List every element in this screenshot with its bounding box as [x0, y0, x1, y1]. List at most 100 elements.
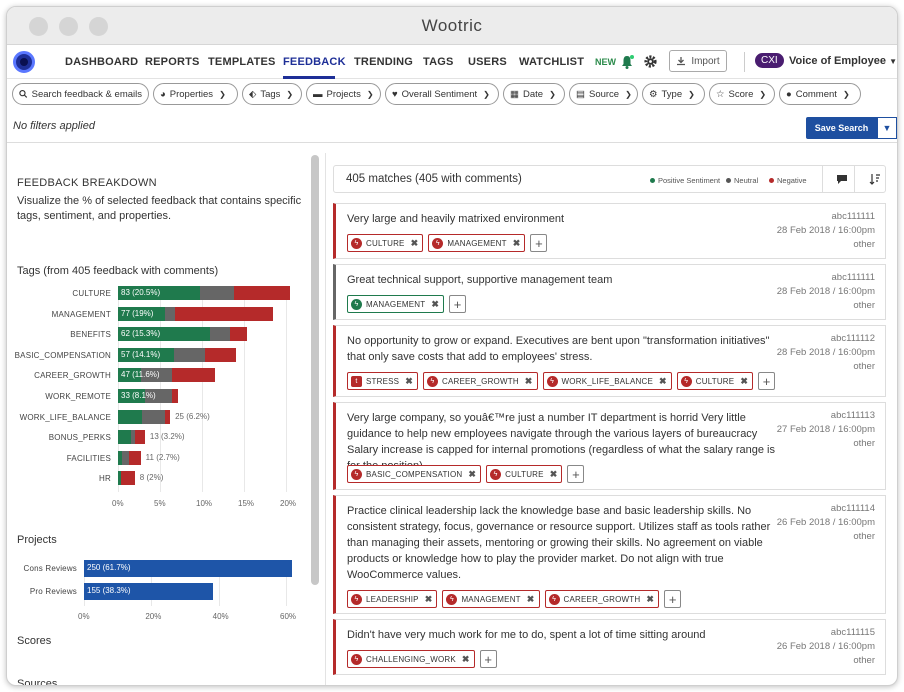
add-tag-button[interactable]: + [567, 465, 585, 483]
tag-bar-segment-negative[interactable] [134, 430, 145, 445]
feedback-card[interactable]: Didn't have very much work for me to do,… [333, 619, 886, 675]
filter-properties[interactable]: ◕ Properties ❯ [153, 83, 238, 105]
remove-tag-icon[interactable]: ✖ [525, 376, 533, 387]
tags-tick-label: 20% [280, 499, 297, 508]
tag-chip[interactable]: ϟ LEADERSHIP ✖ [347, 590, 438, 608]
remove-tag-icon[interactable]: ✖ [527, 594, 535, 605]
remove-tag-icon[interactable]: ✖ [513, 238, 521, 249]
import-label: Import [691, 55, 720, 67]
tag-bar-segment-negative[interactable] [205, 347, 237, 362]
tag-bar-segment-neutral[interactable] [210, 327, 230, 342]
feedback-card[interactable]: Very large and heavily matrixed environm… [333, 203, 886, 259]
nav-reports[interactable]: REPORTS [145, 56, 200, 68]
tag-bar-segment-neutral[interactable] [141, 409, 166, 424]
tag-chip[interactable]: ϟ BASIC_COMPENSATION ✖ [347, 465, 482, 483]
add-tag-button[interactable]: + [530, 234, 548, 252]
tag-chip[interactable]: ϟ CULTURE ✖ [676, 372, 754, 390]
feedback-card[interactable]: Practice clinical leadership lack the kn… [333, 495, 886, 614]
nav-watchlist[interactable]: WATCHLIST [519, 56, 584, 68]
tag-chip[interactable]: ϟ MANAGEMENT ✖ [347, 295, 445, 313]
tag-chip[interactable]: ϟ CULTURE ✖ [347, 234, 424, 252]
nav-templates[interactable]: TEMPLATES [208, 56, 276, 68]
remove-tag-icon[interactable]: ✖ [659, 376, 667, 387]
tag-bar-segment-neutral[interactable] [122, 450, 129, 465]
tag-chip[interactable]: ϟ MANAGEMENT ✖ [428, 234, 526, 252]
filter-overall-sentiment[interactable]: ♥ Overall Sentiment ❯ [385, 83, 499, 105]
cxi-badge[interactable]: CXI [755, 53, 784, 68]
nav-users[interactable]: USERS [468, 56, 507, 68]
remove-tag-icon[interactable]: ✖ [411, 238, 419, 249]
feedback-card[interactable]: No opportunity to grow or expand. Execut… [333, 325, 886, 397]
tag-bar-segment-negative[interactable] [128, 450, 141, 465]
tag-chip[interactable]: ϟ MANAGEMENT ✖ [442, 590, 540, 608]
save-search-button[interactable]: Save Search [806, 117, 877, 139]
remove-tag-icon[interactable]: ✖ [405, 376, 413, 387]
tag-chip[interactable]: t STRESS ✖ [347, 372, 418, 390]
remove-tag-icon[interactable]: ✖ [462, 654, 470, 665]
workspace-selector[interactable]: Voice of Employee ▼ [789, 55, 897, 67]
gear-icon[interactable] [643, 54, 658, 69]
tag-category-label: WORK_LIFE_BALANCE [19, 412, 111, 422]
tag-chip[interactable]: ϟ CHALLENGING_WORK ✖ [347, 650, 475, 668]
tag-bar-segment-positive[interactable] [118, 409, 142, 424]
chevron-down-icon: ❯ [549, 89, 556, 99]
tag-category-label: FACILITIES [66, 453, 111, 463]
filter-score[interactable]: ☆ Score ❯ [709, 83, 775, 105]
notification-bell-icon[interactable] [619, 54, 635, 70]
filter-tags[interactable]: ⬖ Tags ❯ [242, 83, 302, 105]
add-tag-button[interactable]: + [479, 650, 497, 668]
feedback-source: other [853, 655, 875, 666]
tag-chip[interactable]: ϟ CAREER_GROWTH ✖ [422, 372, 538, 390]
legend-neutral: Neutral [726, 176, 758, 185]
lightning-icon: ϟ [351, 593, 362, 605]
nav-trending[interactable]: TRENDING [354, 56, 413, 68]
remove-tag-icon[interactable]: ✖ [550, 469, 558, 480]
tag-bar-value: 13 (3.2%) [149, 432, 185, 442]
tag-chip[interactable]: ϟ CULTURE ✖ [486, 465, 563, 483]
feedback-card[interactable]: Great technical support, supportive mana… [333, 264, 886, 320]
feedback-card[interactable]: Very large company, so youâ€™re just a n… [333, 402, 886, 490]
projects-tick-label: 40% [212, 612, 229, 621]
nav-feedback[interactable]: FEEDBACK [283, 56, 346, 68]
lightning-icon: ϟ [351, 468, 362, 480]
tag-bar-segment-neutral[interactable] [165, 306, 176, 321]
tag-bar-segment-negative[interactable] [171, 389, 178, 403]
tag-bar-segment-negative[interactable] [120, 471, 135, 486]
save-search-dropdown[interactable]: ▼ [877, 117, 897, 139]
tag-bar-segment-positive[interactable] [118, 430, 131, 445]
sort-icon[interactable] [869, 173, 881, 185]
tag-category-label: BENEFITS [70, 330, 111, 340]
nav-tags[interactable]: TAGS [423, 56, 454, 68]
tag-category-label: BONUS_PERKS [48, 433, 111, 443]
remove-tag-icon[interactable]: ✖ [468, 469, 476, 480]
remove-tag-icon[interactable]: ✖ [740, 376, 748, 387]
breakdown-scrollbar[interactable] [311, 155, 319, 585]
tag-bar-segment-negative[interactable] [165, 409, 171, 424]
tag-chip[interactable]: ϟ CAREER_GROWTH ✖ [544, 590, 660, 608]
tag-bar-value: 83 (20.5%) [121, 288, 161, 297]
remove-tag-icon[interactable]: ✖ [431, 299, 439, 310]
tag-chip[interactable]: ϟ WORK_LIFE_BALANCE ✖ [542, 372, 672, 390]
tag-bar-segment-negative[interactable] [171, 368, 216, 383]
nav-dashboard[interactable]: DASHBOARD [65, 56, 138, 68]
filter-comment[interactable]: ● Comment ❯ [779, 83, 861, 105]
filter-projects[interactable]: ▬ Projects ❯ [306, 83, 381, 105]
tag-bar-segment-neutral[interactable] [200, 286, 234, 300]
tag-bar-segment-negative[interactable] [233, 286, 291, 300]
filter-type[interactable]: ⚙ Type ❯ [642, 83, 705, 105]
feedback-text: Very large and heavily matrixed environm… [347, 213, 565, 225]
filter-source[interactable]: ▤ Source ❯ [569, 83, 638, 105]
add-tag-button[interactable]: + [449, 295, 467, 313]
remove-tag-icon[interactable]: ✖ [425, 594, 433, 605]
tag-bar-segment-negative[interactable] [175, 306, 274, 321]
tag-bar-segment-negative[interactable] [229, 327, 247, 342]
tag-bar-segment-neutral[interactable] [174, 347, 206, 362]
wootric-logo[interactable] [13, 51, 35, 73]
comment-toggle-icon[interactable] [836, 174, 848, 185]
import-button[interactable]: Import [669, 50, 727, 72]
add-tag-button[interactable]: + [664, 590, 682, 608]
filter-date[interactable]: ▦ Date ❯ [503, 83, 565, 105]
remove-tag-icon[interactable]: ✖ [646, 594, 654, 605]
add-tag-button[interactable]: + [758, 372, 776, 390]
search-feedback-input[interactable]: Search feedback & emails [12, 83, 149, 105]
